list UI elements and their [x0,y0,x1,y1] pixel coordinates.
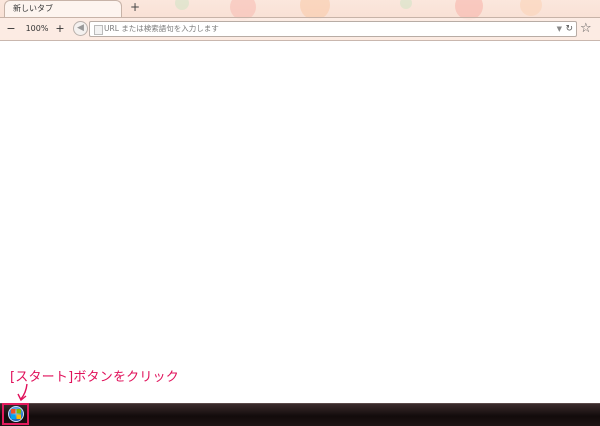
page-icon [94,25,103,35]
new-tab-button[interactable]: + [128,1,142,15]
taskbar [0,403,600,426]
theme-flower-decoration [520,0,542,16]
instruction-annotation: [スタート]ボタンをクリック [10,370,179,385]
annotation-arrow-icon [17,383,28,402]
reload-icon[interactable]: ↻ [565,22,573,36]
tab-new-tab[interactable]: 新しいタブ [4,0,122,17]
address-bar[interactable]: ▼ ↻ [89,21,577,37]
star-icon[interactable]: ☆ [580,20,592,37]
theme-flower-decoration [175,0,189,10]
zoom-out-button[interactable]: − [4,21,18,37]
zoom-in-button[interactable]: + [53,21,67,37]
toolbar: − 100% + ◀ ▼ ↻ ☆ [0,17,600,40]
address-input[interactable] [104,22,524,36]
back-arrow-icon: ◀ [77,23,84,33]
dropdown-icon[interactable]: ▼ [557,23,562,35]
start-button[interactable] [2,403,29,425]
tab-title: 新しいタブ [13,4,53,13]
zoom-level: 100% [25,24,49,33]
browser-chrome: 新しいタブ + − 100% + ◀ ▼ ↻ ☆ [0,0,600,41]
back-button[interactable]: ◀ [73,21,88,36]
theme-flower-decoration [400,0,412,9]
windows-start-orb-icon [7,406,24,422]
